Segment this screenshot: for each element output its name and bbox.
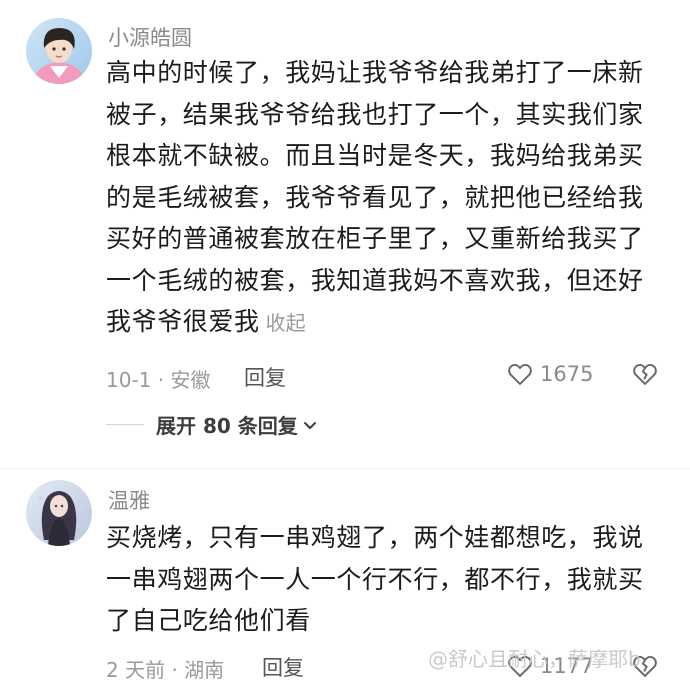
comment-text: 买烧烤，只有一串鸡翅了，两个娃都想吃，我说 一串鸡翅两个一人一个行不行，都不行，…	[106, 517, 666, 642]
collapse-link[interactable]: 收起	[266, 311, 306, 335]
expand-replies[interactable]: 展开 80 条回复	[106, 410, 319, 439]
username[interactable]: 温雅	[108, 485, 150, 515]
comment-text-line: 买烧烤，只有一串鸡翅了，两个娃都想吃，我说	[106, 523, 644, 552]
chevron-down-icon	[301, 416, 319, 434]
comment-text-line-last: 我爷爷很爱我	[106, 307, 260, 336]
comment-text-line: 被子，结果我爷爷给我也打了一个，其实我们家	[106, 99, 644, 129]
broken-heart-icon[interactable]	[631, 360, 659, 388]
comment-text-line: 的是毛绒被套，我爷爷看见了，就把他已经给我	[106, 182, 644, 212]
comment-item: 小源皓圆 高中的时候了，我妈让我爷爷给我弟打了一床新 被子，结果我爷爷给我也打了…	[0, 0, 690, 470]
expand-replies-label[interactable]: 展开 80 条回复	[156, 410, 298, 439]
comment-meta: 2 天前 · 湖南	[106, 658, 225, 682]
avatar[interactable]	[26, 18, 92, 84]
username[interactable]: 小源皓圆	[108, 22, 192, 52]
comment-text-line: 根本就不缺被。而且当时是冬天，我妈给我弟买	[106, 141, 644, 170]
comment-meta: 10-1 · 安徽	[106, 368, 211, 392]
comment-text-line: 了自己吃给他们看	[106, 606, 311, 635]
heart-outline-icon	[506, 360, 534, 388]
comment-text-line: 买好的普通被套放在柜子里了，又重新给我买了	[106, 224, 644, 253]
comment-text-line: 我爷爷很爱我 收起	[106, 301, 666, 345]
expand-divider	[106, 424, 144, 425]
comment-text-line: 一串鸡翅两个一人一个行不行，都不行，我就买	[106, 564, 644, 594]
like-count: 1675	[540, 362, 594, 386]
watermark: @舒心且耐心，萨摩耶b	[428, 647, 641, 671]
avatar[interactable]	[26, 480, 92, 546]
reply-button[interactable]: 回复	[262, 652, 304, 682]
like-button[interactable]: 1675	[506, 360, 593, 388]
comment-text: 高中的时候了，我妈让我爷爷给我弟打了一床新 被子，结果我爷爷给我也打了一个，其实…	[106, 52, 666, 345]
comment-text-line: 高中的时候了，我妈让我爷爷给我弟打了一床新	[106, 58, 644, 87]
comment-text-line: 一个毛绒的被套，我知道我妈不喜欢我，但还好	[106, 265, 644, 295]
comment-divider	[0, 468, 690, 469]
reply-button[interactable]: 回复	[244, 362, 286, 392]
